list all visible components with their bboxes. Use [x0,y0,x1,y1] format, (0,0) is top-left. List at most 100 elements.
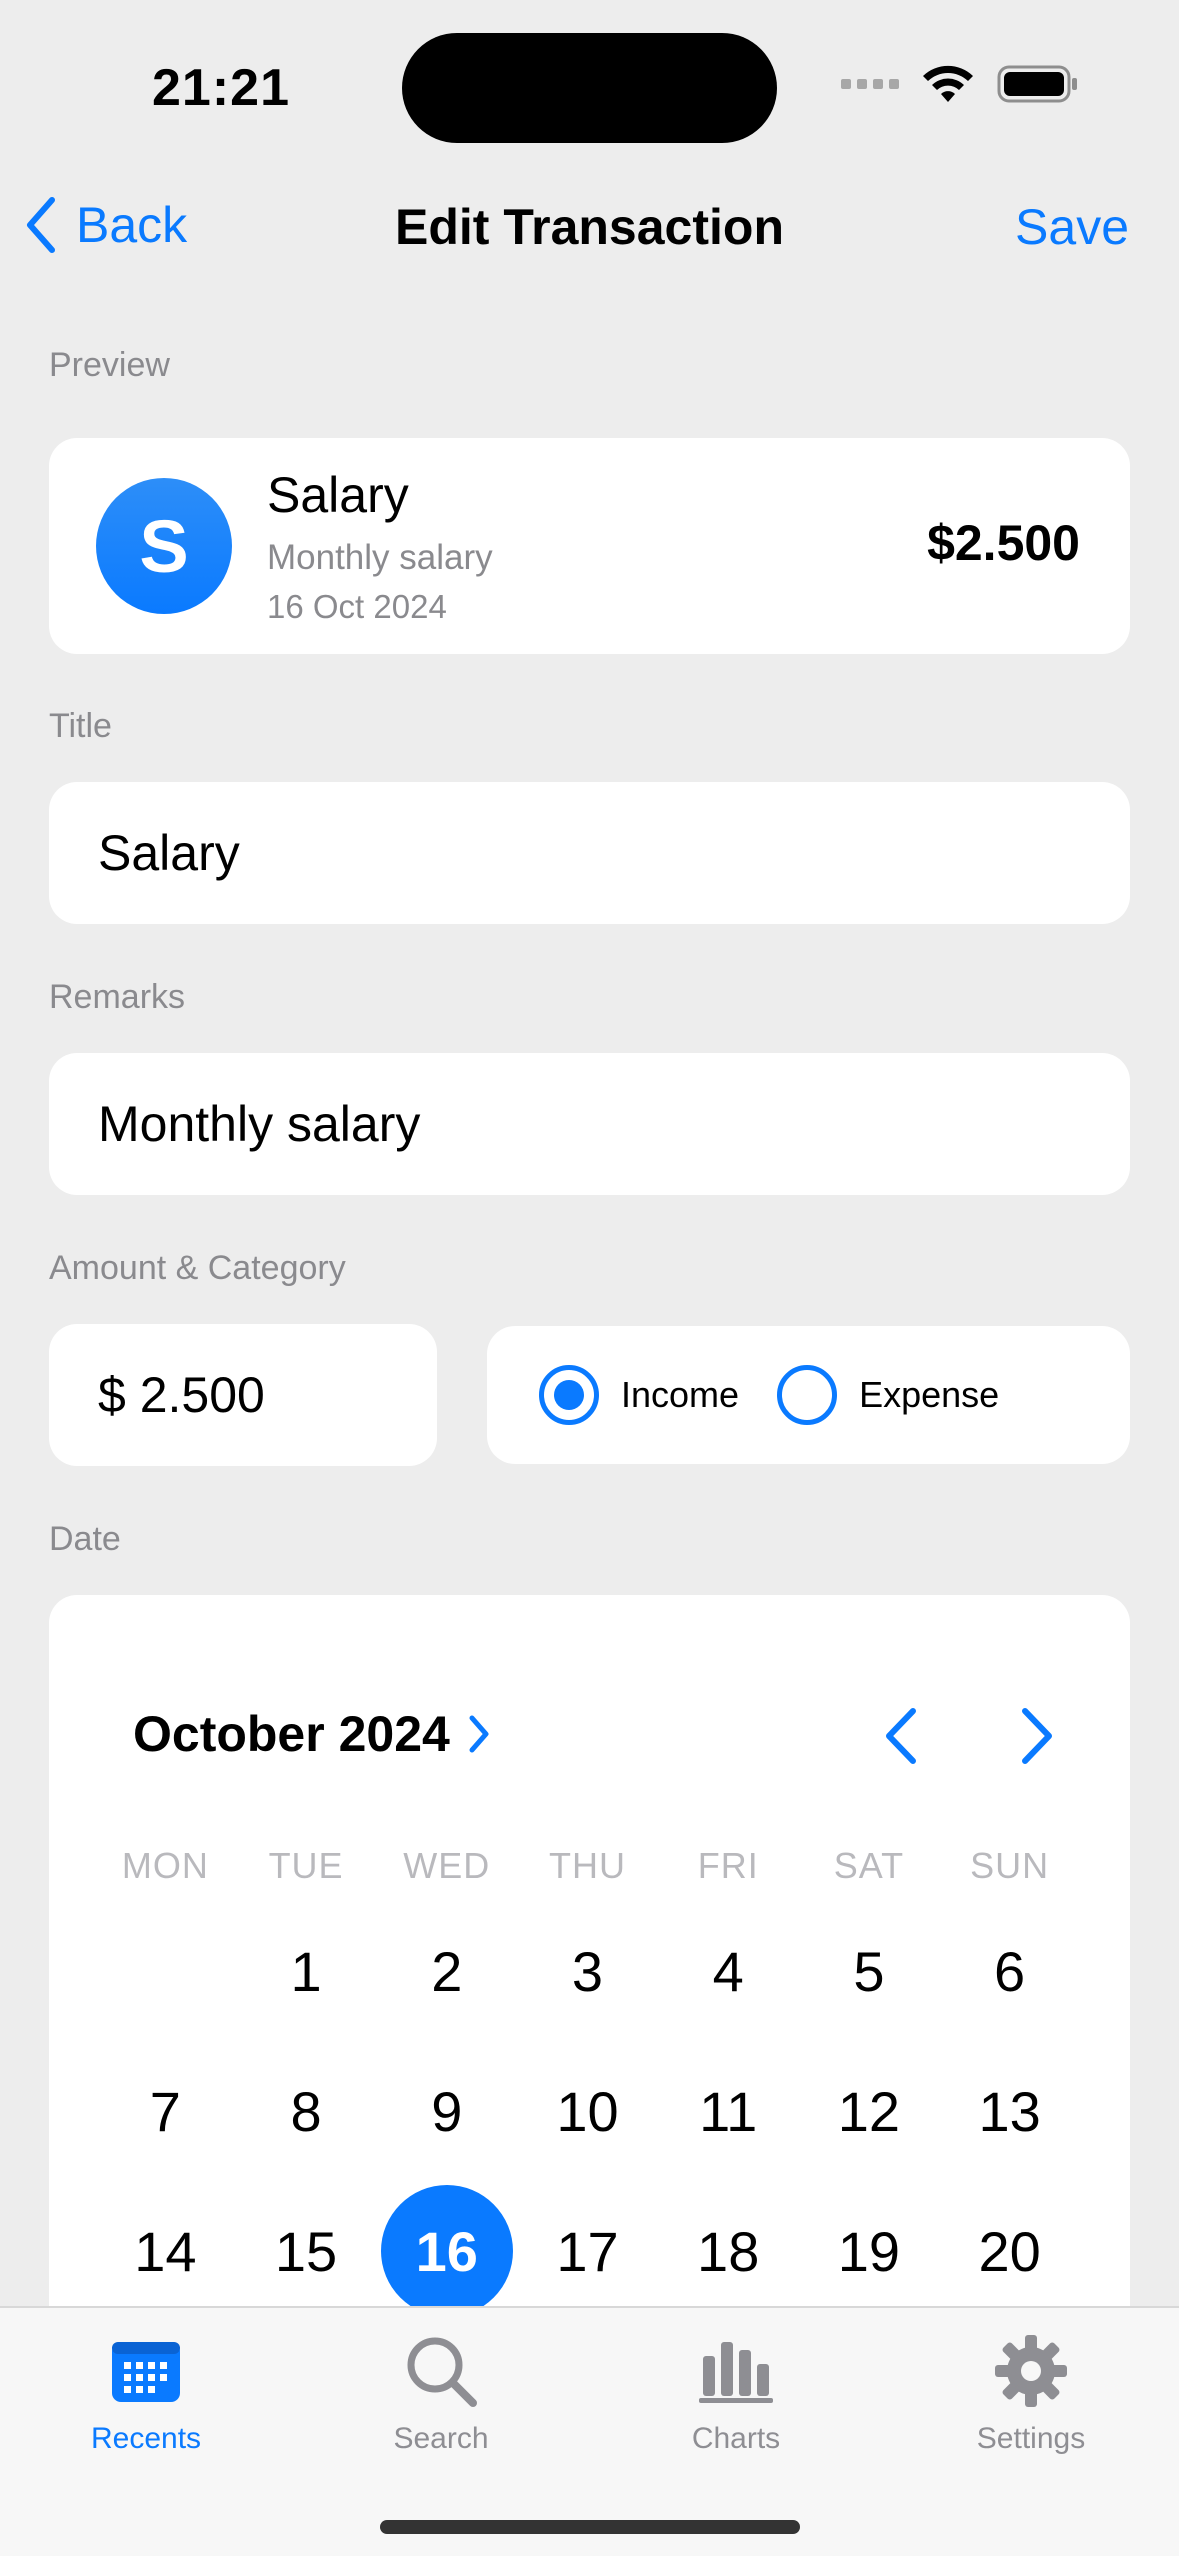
previous-month-button[interactable] [881,1707,921,1770]
date-section-label: Date [49,1520,121,1558]
calendar-day[interactable]: 15 [236,2181,377,2321]
day-number: 6 [994,1939,1026,2003]
chevron-right-icon [1022,1708,1052,1764]
preview-amount: $2.500 [927,515,1080,571]
tab-label: Charts [691,2422,781,2455]
calendar-day[interactable]: 1 [236,1901,377,2041]
gear-icon [995,2335,1067,2407]
remarks-input[interactable] [98,1053,1081,1195]
calendar-day[interactable]: 12 [799,2041,940,2181]
day-number: 10 [556,2079,619,2143]
tab-search[interactable]: Search [331,2328,551,2456]
calendar-day[interactable]: 6 [939,1901,1080,2041]
save-button[interactable]: Save [1015,198,1129,256]
calendar-day[interactable]: 18 [658,2181,799,2321]
calendar-day[interactable]: 3 [517,1901,658,2041]
radio-row: Income Expense [487,1326,999,1464]
preview-card: S Salary Monthly salary 16 Oct 2024 $2.5… [49,438,1130,654]
month-year-label: October 2024 [133,1706,450,1762]
title-field-container [49,782,1130,924]
tab-label: Search [393,2422,489,2455]
weekday-label: SAT [833,1845,905,1886]
next-month-button[interactable] [1017,1707,1057,1770]
day-number: 17 [556,2219,619,2283]
preview-remarks: Monthly salary [267,538,493,577]
day-number: 18 [697,2219,760,2283]
income-radio[interactable]: Income [539,1365,739,1425]
calendar-day[interactable]: 13 [939,2041,1080,2181]
dynamic-island [402,33,777,143]
radio-unselected-icon [777,1365,838,1425]
weekday-label: SUN [970,1845,1050,1886]
title-section-label: Title [49,707,112,745]
title-input[interactable] [98,782,1081,924]
weekday-header-row: MON TUE WED THU FRI SAT SUN [95,1845,1080,1887]
calendar-day[interactable]: 11 [658,2041,799,2181]
day-number: 20 [978,2219,1041,2283]
tab-settings[interactable]: Settings [921,2328,1141,2456]
edit-transaction-screen: 21:21 Back Edit Transaction Save Preview… [0,0,1179,2556]
calendar-day-selected[interactable]: 16 [376,2181,517,2321]
calendar-days-grid: 1 2 3 4 5 6 7 8 9 10 11 12 13 14 15 16 17 18 19 20 [95,1901,1080,2321]
tab-charts[interactable]: Charts [626,2328,846,2456]
calendar-day[interactable]: 10 [517,2041,658,2181]
amount-field-container [49,1324,437,1466]
chevron-right-icon [469,1715,489,1753]
day-number: 7 [149,2079,181,2143]
income-label: Income [621,1374,740,1415]
weekday-label: FRI [697,1845,759,1886]
day-number: 14 [134,2219,197,2283]
calendar-card: October 2024 MON TUE WED THU FRI SAT SUN… [49,1595,1130,2355]
calendar-icon [112,2342,180,2402]
chevron-left-icon [886,1708,916,1764]
calendar-day[interactable]: 5 [799,1901,940,2041]
day-number: 1 [290,1939,322,2003]
tab-label: Settings [976,2422,1086,2455]
status-time: 21:21 [152,59,290,117]
calendar-day[interactable]: 8 [236,2041,377,2181]
day-number: 13 [978,2079,1041,2143]
calendar-day[interactable]: 20 [939,2181,1080,2321]
day-number: 8 [290,2079,322,2143]
tab-recents[interactable]: Recents [36,2328,256,2456]
day-number: 5 [853,1939,885,2003]
amount-input[interactable] [98,1324,388,1466]
weekday-label: TUE [268,1845,344,1886]
day-number: 4 [712,1939,744,2003]
weekday-label: THU [548,1845,626,1886]
day-number: 19 [837,2219,901,2283]
amount-category-section-label: Amount & Category [49,1249,346,1287]
weekday-label: MON [121,1845,209,1886]
status-indicators [841,64,1079,104]
calendar-day[interactable]: 19 [799,2181,940,2321]
calendar-day[interactable]: 14 [95,2181,236,2321]
calendar-day[interactable]: 7 [95,2041,236,2181]
calendar-day[interactable]: 4 [658,1901,799,2041]
calendar-empty-cell [95,1901,236,2041]
weekday-label: WED [403,1845,491,1886]
calendar-day[interactable]: 9 [376,2041,517,2181]
day-number: 3 [571,1939,604,2003]
day-number: 15 [274,2219,338,2283]
calendar-day[interactable]: 17 [517,2181,658,2321]
remarks-field-container [49,1053,1130,1195]
preview-date: 16 Oct 2024 [267,588,447,625]
day-number: 9 [431,2079,463,2143]
navigation-bar: Back Edit Transaction Save [0,180,1179,272]
transaction-avatar: S [96,478,232,614]
month-year-picker-button[interactable]: October 2024 [133,1705,490,1763]
battery-icon [997,65,1077,103]
tab-label: Recents [90,2422,202,2455]
expense-radio[interactable]: Expense [777,1365,999,1425]
preview-title: Salary [267,467,409,523]
day-number: 16 [380,2185,513,2317]
day-number: 12 [837,2079,901,2143]
day-number: 2 [431,1939,463,2003]
preview-section-label: Preview [49,346,170,384]
tab-bar: Recents Search Charts Settings [0,2306,1179,2556]
page-title: Edit Transaction [395,199,784,255]
bar-chart-icon [699,2342,773,2403]
calendar-day[interactable]: 2 [376,1901,517,2041]
radio-selected-icon [539,1365,599,1425]
wifi-icon [923,65,973,102]
